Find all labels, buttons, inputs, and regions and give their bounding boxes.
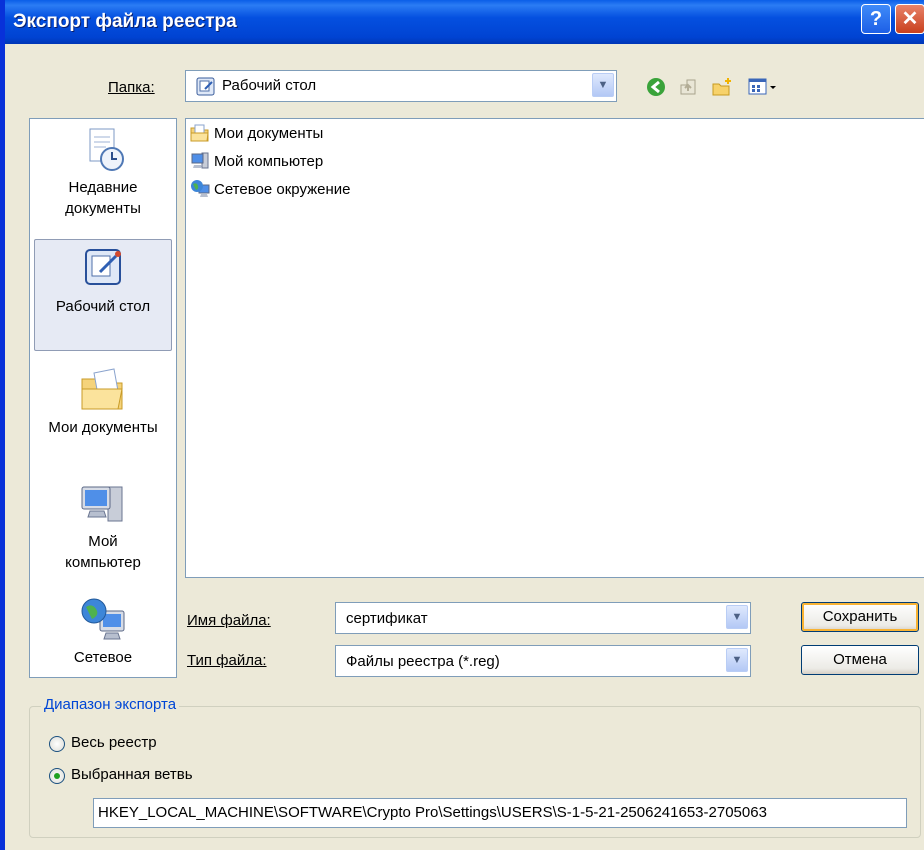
up-folder-icon[interactable] xyxy=(677,76,699,98)
chevron-down-icon: ▼ xyxy=(597,79,609,91)
branch-path-field[interactable]: HKEY_LOCAL_MACHINE\SOFTWARE\Crypto Pro\S… xyxy=(93,798,907,828)
view-menu-icon[interactable] xyxy=(747,76,781,98)
filetype-value: Файлы реестра (*.reg) xyxy=(346,653,500,670)
filetype-select[interactable]: Файлы реестра (*.reg) ▼ xyxy=(335,645,751,677)
folder-label-text: Папка: xyxy=(108,79,155,96)
place-recent-label-2: документы xyxy=(65,200,141,217)
export-range-title: Диапазон экспорта xyxy=(41,696,180,713)
filename-label: Имя файла: xyxy=(187,612,271,629)
title-bar[interactable]: Экспорт файла реестра ? ✕ xyxy=(5,0,924,44)
close-button[interactable]: ✕ xyxy=(895,4,924,34)
chevron-down-icon: ▼ xyxy=(731,654,743,666)
new-folder-icon[interactable] xyxy=(711,76,733,98)
file-label: Мой компьютер xyxy=(214,152,324,170)
radio-all-registry-text: Весь реестр xyxy=(71,734,157,751)
place-my-computer-label-1: Мой xyxy=(88,533,118,550)
filename-value: сертификат xyxy=(346,610,428,627)
place-recent-label-1: Недавние xyxy=(68,179,138,196)
places-bar: Недавние документы Рабочий стол Мои доку… xyxy=(29,118,177,678)
cancel-button[interactable]: Отмена xyxy=(801,645,919,675)
desktop-icon xyxy=(85,249,121,285)
folder-dropdown-button[interactable]: ▼ xyxy=(592,73,614,97)
list-item[interactable]: Мои документы xyxy=(190,123,323,143)
filename-field[interactable]: сертификат ▼ xyxy=(335,602,751,634)
radio-selected-branch-label: Выбранная ветвь xyxy=(71,766,193,783)
window-title: Экспорт файла реестра xyxy=(13,11,237,32)
desktop-icon xyxy=(196,77,215,96)
place-desktop[interactable]: Рабочий стол xyxy=(34,239,172,351)
export-registry-dialog: Экспорт файла реестра ? ✕ Папка: Рабочий… xyxy=(0,0,924,850)
folder-select[interactable]: Рабочий стол ▼ xyxy=(185,70,617,102)
radio-selected-branch-text: Выбранная ветвь xyxy=(71,766,193,783)
computer-icon xyxy=(81,486,123,522)
place-recent-documents[interactable]: Недавние документы xyxy=(34,127,172,219)
folder-label: Папка: xyxy=(108,79,155,96)
file-label: Мои документы xyxy=(214,124,324,142)
radio-selected-branch[interactable] xyxy=(49,768,65,784)
folder-documents-icon xyxy=(190,124,209,142)
save-button[interactable]: Сохранить xyxy=(801,602,919,632)
folder-value: Рабочий стол xyxy=(222,77,317,94)
network-icon xyxy=(191,180,210,197)
filetype-label: Тип файла: xyxy=(187,652,267,669)
help-button[interactable]: ? xyxy=(861,4,891,34)
chevron-down-icon: ▼ xyxy=(731,611,743,623)
folder-documents-icon xyxy=(81,368,123,410)
place-network-label: Сетевое xyxy=(73,649,133,666)
place-network[interactable]: Сетевое xyxy=(34,597,172,668)
recent-documents-icon xyxy=(89,128,124,171)
list-item[interactable]: Сетевое окружение xyxy=(190,179,351,199)
filetype-label-text: Тип файла: xyxy=(187,652,267,669)
filename-label-text: Имя файла: xyxy=(187,612,271,629)
place-my-documents-label: Мои документы xyxy=(48,419,158,436)
place-my-computer[interactable]: Мой компьютер xyxy=(34,481,172,573)
radio-selected-dot xyxy=(54,773,60,779)
file-label: Сетевое окружение xyxy=(214,180,351,198)
network-icon xyxy=(81,598,125,640)
place-my-documents[interactable]: Мои документы xyxy=(34,367,172,438)
filename-dropdown-button[interactable]: ▼ xyxy=(726,605,748,629)
place-my-computer-label-2: компьютер xyxy=(65,554,141,571)
radio-all-registry-label: Весь реестр xyxy=(71,734,157,751)
file-list[interactable]: Мои документы Мой компьютер Сетевое окру… xyxy=(185,118,924,578)
filetype-dropdown-button[interactable]: ▼ xyxy=(726,648,748,672)
list-item[interactable]: Мой компьютер xyxy=(190,151,323,171)
place-desktop-label: Рабочий стол xyxy=(55,298,151,315)
back-icon[interactable] xyxy=(645,76,667,98)
computer-icon xyxy=(191,152,209,169)
radio-all-registry[interactable] xyxy=(49,736,65,752)
